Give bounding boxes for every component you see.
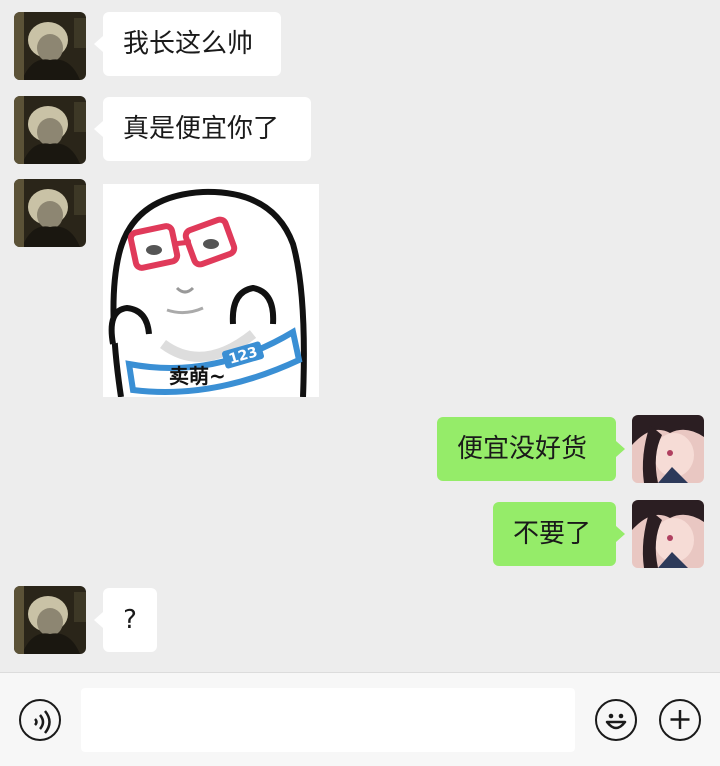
incoming-message-bubble[interactable]: ? xyxy=(94,588,157,652)
my-avatar-image xyxy=(632,415,704,483)
contact-avatar[interactable] xyxy=(14,96,86,164)
emoji-icon xyxy=(605,713,627,730)
contact-avatar[interactable] xyxy=(14,12,86,80)
contact-avatar[interactable] xyxy=(14,586,86,654)
message-input[interactable] xyxy=(81,688,575,752)
message-text: 真是便宜你了 xyxy=(123,114,280,144)
message-text: ? xyxy=(123,605,137,635)
message-text: 不要了 xyxy=(513,519,592,549)
incoming-message-bubble[interactable]: 我长这么帅 xyxy=(94,12,281,76)
message-text: 我长这么帅 xyxy=(123,29,254,59)
outgoing-message-bubble[interactable]: 便宜没好货 xyxy=(437,417,625,481)
more-options-button[interactable] xyxy=(659,699,701,741)
emoji-button[interactable] xyxy=(595,699,637,741)
voice-icon xyxy=(34,710,51,734)
incoming-message-bubble[interactable]: 真是便宜你了 xyxy=(94,97,311,161)
sticker-message[interactable]: 123 卖萌~ xyxy=(103,184,319,397)
contact-avatar-image xyxy=(14,96,86,164)
contact-avatar-image xyxy=(14,586,86,654)
plus-icon xyxy=(670,710,690,729)
voice-button[interactable] xyxy=(19,699,61,741)
contact-avatar[interactable] xyxy=(14,179,86,247)
message-text: 便宜没好货 xyxy=(457,434,588,464)
outgoing-message-bubble[interactable]: 不要了 xyxy=(493,502,625,566)
my-avatar-image xyxy=(632,500,704,568)
chat-input-bar xyxy=(0,672,720,766)
my-avatar[interactable] xyxy=(632,415,704,483)
my-avatar[interactable] xyxy=(632,500,704,568)
contact-avatar-image xyxy=(14,12,86,80)
sticker-caption: 卖萌~ xyxy=(169,364,226,388)
contact-avatar-image xyxy=(14,179,86,247)
